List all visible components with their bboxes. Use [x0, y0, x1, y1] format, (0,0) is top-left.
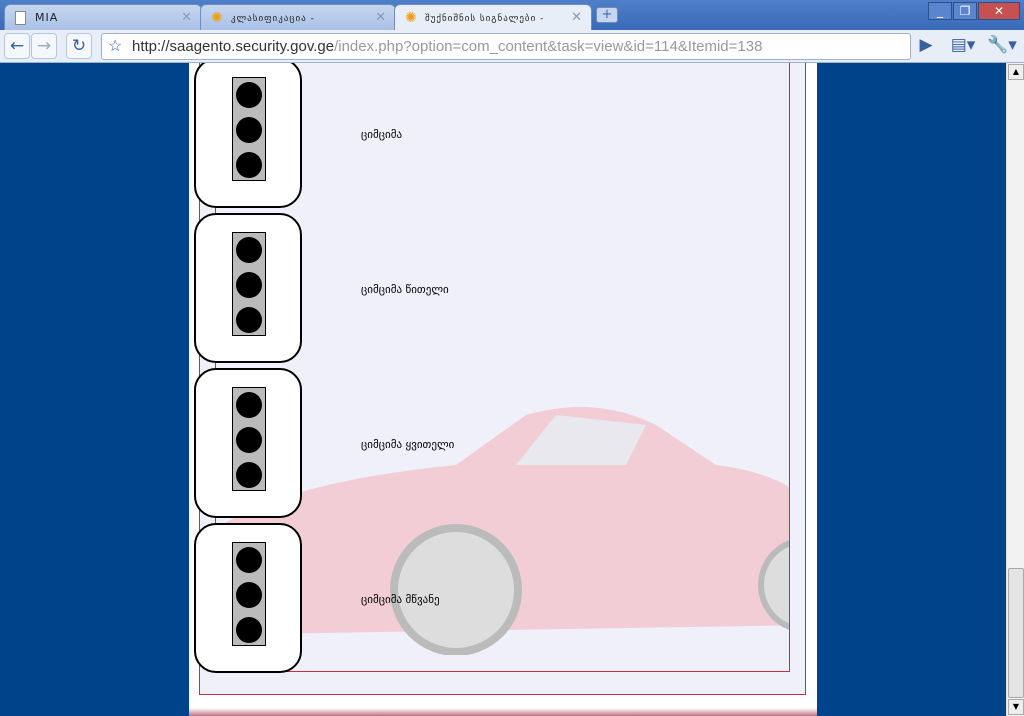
- close-window-button[interactable]: ✕: [978, 2, 1020, 20]
- content-panel: ციმციმა ციმციმა წითელი ციმციმა ყვითელი ც…: [189, 63, 817, 716]
- traffic-light-housing: [232, 387, 266, 491]
- url-path: /index.php?option=com_content&task=view&…: [334, 38, 763, 55]
- title-bar: MIA ✕ ✺ კლასიფიკაცია - ✕ ✺ შუქნიშნის სიგ…: [0, 0, 1024, 31]
- signal-label: ციმციმა წითელი: [361, 283, 449, 296]
- vertical-scrollbar[interactable]: ▲ ▼: [1006, 63, 1024, 716]
- page-viewport: ციმციმა ციმციმა წითელი ციმციმა ყვითელი ც…: [0, 63, 1006, 716]
- tab-traffic-signals[interactable]: ✺ შუქნიშნის სიგნალები - ✕: [394, 4, 592, 31]
- reload-button[interactable]: ↻: [66, 33, 92, 59]
- traffic-light-housing: [232, 542, 266, 646]
- scroll-down-button[interactable]: ▼: [1008, 699, 1024, 715]
- scrollbar-thumb[interactable]: [1008, 568, 1024, 698]
- close-tab-icon[interactable]: ✕: [181, 10, 193, 25]
- traffic-light-flashing-green: [194, 523, 302, 673]
- new-tab-button[interactable]: +: [596, 7, 618, 23]
- tab-title: MIA: [35, 11, 59, 24]
- traffic-light-housing: [232, 77, 266, 181]
- signal-label: ციმციმა მწვანე: [361, 593, 440, 606]
- tab-classification[interactable]: ✺ კლასიფიკაცია - ✕: [200, 4, 396, 30]
- close-tab-icon[interactable]: ✕: [375, 10, 387, 25]
- star-icon[interactable]: ☆: [108, 34, 122, 59]
- page-icon: [15, 11, 26, 25]
- tab-title: შუქნიშნის სიგნალები -: [425, 14, 545, 24]
- url-host: http://saagento.security.gov.ge: [132, 38, 335, 55]
- traffic-light-flashing-red: [194, 213, 302, 363]
- toolbar: ← → ↻ ☆ http://saagento.security.gov.ge/…: [0, 30, 1024, 63]
- footer-strip: [189, 708, 817, 716]
- joomla-favicon-icon: ✺: [211, 10, 224, 26]
- minimize-button[interactable]: _: [928, 2, 952, 20]
- signal-label: ციმციმა ყვითელი: [361, 438, 455, 451]
- traffic-light-flashing: [194, 63, 302, 208]
- back-button[interactable]: ←: [4, 33, 30, 59]
- forward-button[interactable]: →: [31, 33, 57, 59]
- page-menu-icon[interactable]: ▤▾: [948, 33, 978, 59]
- tab-mia[interactable]: MIA ✕: [4, 4, 202, 30]
- address-bar[interactable]: ☆ http://saagento.security.gov.ge/index.…: [101, 33, 911, 60]
- wrench-menu-icon[interactable]: 🔧▾: [986, 33, 1018, 59]
- scroll-up-button[interactable]: ▲: [1008, 64, 1024, 80]
- traffic-light-flashing-yellow: [194, 368, 302, 518]
- maximize-button[interactable]: ❐: [953, 2, 977, 20]
- tab-title: კლასიფიკაცია -: [231, 14, 315, 24]
- joomla-favicon-icon: ✺: [405, 10, 418, 26]
- go-button[interactable]: ▶: [913, 33, 939, 59]
- close-tab-icon[interactable]: ✕: [571, 10, 583, 25]
- signal-label: ციმციმა: [361, 128, 403, 141]
- traffic-light-housing: [232, 232, 266, 336]
